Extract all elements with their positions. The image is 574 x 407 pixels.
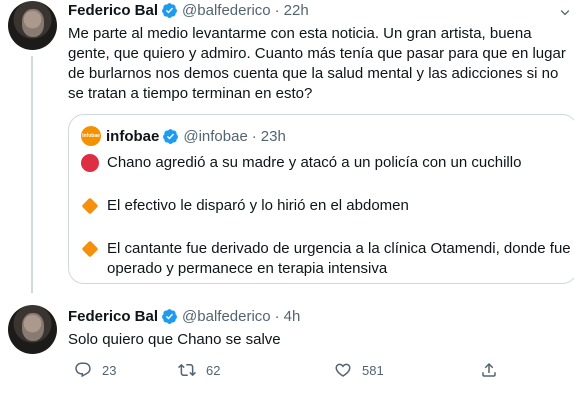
handle[interactable]: @balfederico	[182, 2, 271, 19]
retweet-icon	[178, 363, 196, 377]
tweet-header: Federico Bal @balfederico · 4h	[68, 308, 300, 325]
reply-button[interactable]: 23	[74, 361, 116, 379]
quoted-line-text: El efectivo le disparó y lo hirió en el …	[107, 197, 409, 214]
avatar[interactable]	[8, 1, 57, 50]
handle[interactable]: @balfederico	[182, 308, 271, 325]
retweet-button[interactable]: 62	[178, 361, 220, 379]
tweet-text: Solo quiero que Chano se salve	[68, 331, 281, 348]
separator-dot: ·	[251, 127, 257, 145]
separator-dot: ·	[274, 2, 280, 19]
more-options-icon[interactable]	[556, 4, 574, 22]
quoted-line: Chano agredió a su madre y atacó a un po…	[81, 153, 571, 173]
quoted-timestamp: 23h	[260, 127, 286, 145]
tweet-federico-bal-2[interactable]: Federico Bal @balfederico · 4h Solo quie…	[0, 288, 574, 407]
share-icon	[482, 362, 496, 377]
display-name[interactable]: Federico Bal	[68, 2, 158, 19]
reply-count: 23	[102, 362, 117, 378]
quoted-line-text: Chano agredió a su madre y atacó a un po…	[107, 154, 522, 171]
quoted-handle: @infobae	[183, 127, 248, 145]
red-circle-icon	[81, 154, 99, 172]
retweet-count: 62	[206, 362, 221, 378]
tweet-text: Me parte al medio levantarme con esta no…	[68, 25, 566, 102]
display-name[interactable]: Federico Bal	[68, 308, 158, 325]
quoted-tweet[interactable]: infobae infobae @infobae · 23h Chano agr…	[68, 114, 574, 284]
heart-icon	[335, 363, 351, 377]
quoted-display-name: infobae	[106, 127, 160, 145]
timestamp[interactable]: 22h	[284, 2, 309, 19]
reply-icon	[75, 362, 91, 378]
avatar[interactable]	[8, 305, 57, 354]
quoted-line: El cantante fue derivado de urgencia a l…	[81, 239, 571, 279]
verified-badge-icon	[162, 309, 177, 324]
infobae-avatar: infobae	[81, 126, 101, 146]
tweet-federico-bal-1[interactable]: Federico Bal @balfederico · 22h Me parte…	[0, 0, 574, 293]
orange-diamond-icon	[81, 240, 99, 258]
separator-dot: ·	[274, 308, 280, 325]
share-button[interactable]	[480, 361, 508, 379]
tweet-header: Federico Bal @balfederico · 22h	[68, 2, 309, 19]
timestamp[interactable]: 4h	[284, 308, 301, 325]
like-button[interactable]: 581	[334, 361, 384, 379]
quoted-line: El efectivo le disparó y lo hirió en el …	[81, 196, 571, 216]
verified-badge-icon	[163, 128, 179, 144]
tweet-actions: 23 62 581	[68, 361, 508, 381]
orange-diamond-icon	[81, 197, 99, 215]
quoted-tweet-header: infobae infobae @infobae · 23h	[81, 126, 286, 146]
quoted-line-text: El cantante fue derivado de urgencia a l…	[107, 240, 571, 277]
like-count: 581	[362, 362, 384, 378]
thread-connector	[31, 56, 33, 293]
verified-badge-icon	[162, 3, 177, 18]
